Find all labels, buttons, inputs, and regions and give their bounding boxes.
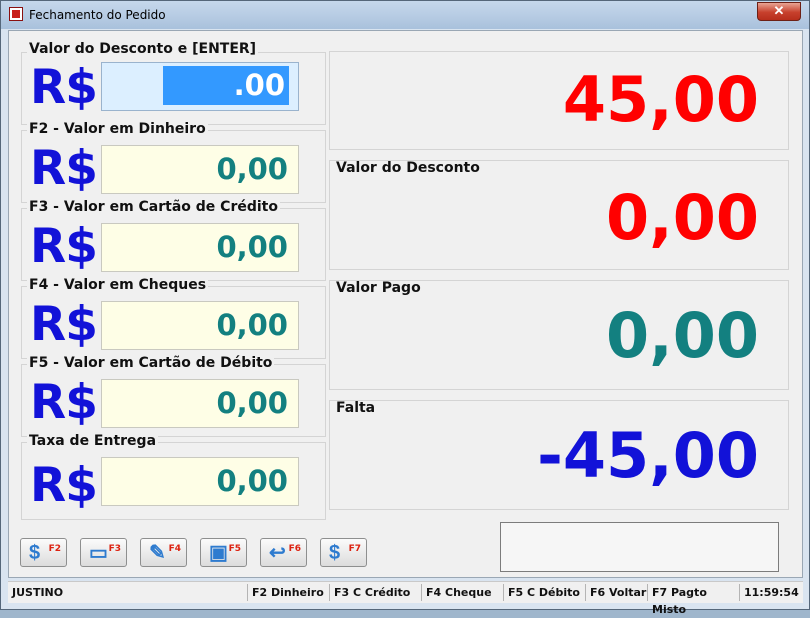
cash-button[interactable]: $ F2	[20, 538, 67, 567]
app-icon	[9, 7, 23, 21]
currency-symbol: R$	[30, 219, 98, 274]
currency-symbol: R$	[30, 375, 98, 430]
back-arrow-icon: ↩	[269, 542, 286, 564]
cash-group: F2 - Valor em Dinheiro R$ 0,00	[21, 121, 326, 203]
cash-input[interactable]: 0,00	[101, 145, 299, 194]
mixed-payment-button[interactable]: $ F7	[320, 538, 367, 567]
discount-total: 0,00	[606, 181, 759, 254]
missing-panel-label: Falta	[336, 400, 376, 416]
delivery-input[interactable]: 0,00	[101, 457, 299, 506]
discount-value: .00	[163, 66, 289, 105]
title-bar[interactable]: Fechamento do Pedido ✕	[1, 1, 809, 29]
missing-panel: Falta -45,00	[329, 400, 789, 510]
paid-panel: Valor Pago 0,00	[329, 280, 789, 390]
currency-symbol: R$	[30, 141, 98, 196]
delivery-group: Taxa de Entrega R$ 0,00	[21, 433, 326, 520]
cheque-input[interactable]: 0,00	[101, 301, 299, 350]
total-value: 45,00	[562, 63, 759, 136]
credit-label: F3 - Valor em Cartão de Crédito	[27, 199, 280, 215]
cash-icon: $	[29, 542, 41, 564]
debit-input[interactable]: 0,00	[101, 379, 299, 428]
button-key: F6	[288, 544, 301, 554]
button-key: F7	[348, 544, 361, 554]
discount-panel: Valor do Desconto 0,00	[329, 160, 789, 270]
discount-panel-label: Valor do Desconto	[336, 160, 480, 176]
button-key: F4	[168, 544, 181, 554]
cheque-label: F4 - Valor em Cheques	[27, 277, 209, 293]
close-icon: ✕	[773, 3, 785, 18]
discount-label: Valor do Desconto e [ENTER]	[27, 41, 259, 57]
total-panel: 45,00	[329, 51, 789, 150]
cheque-button[interactable]: ✎ F4	[140, 538, 187, 567]
client-area: Valor do Desconto e [ENTER] R$ .00 F2 - …	[8, 30, 803, 578]
payment-window: Fechamento do Pedido ✕ Valor do Desconto…	[0, 0, 810, 616]
currency-symbol: R$	[30, 60, 98, 115]
debit-label: F5 - Valor em Cartão de Débito	[27, 355, 275, 371]
status-hint: F2 Dinheiro	[248, 584, 330, 601]
status-hint: F5 C Débito	[504, 584, 586, 601]
debit-card-icon: ▣	[209, 542, 228, 564]
debit-card-button[interactable]: ▣ F5	[200, 538, 247, 567]
credit-card-button[interactable]: ▭ F3	[80, 538, 127, 567]
status-bar: JUSTINO F2 Dinheiro F3 C Crédito F4 Cheq…	[8, 581, 803, 616]
delivery-label: Taxa de Entrega	[27, 433, 159, 449]
message-box	[500, 522, 779, 572]
status-hint: F3 C Crédito	[330, 584, 422, 601]
button-key: F3	[108, 544, 121, 554]
mixed-payment-icon: $	[329, 542, 341, 564]
paid-total: 0,00	[606, 299, 759, 372]
missing-total: -45,00	[537, 419, 759, 492]
status-hint: F7 Pagto Misto	[648, 584, 740, 616]
credit-input[interactable]: 0,00	[101, 223, 299, 272]
cash-label: F2 - Valor em Dinheiro	[27, 121, 208, 137]
button-key: F5	[228, 544, 241, 554]
cheque-group: F4 - Valor em Cheques R$ 0,00	[21, 277, 326, 359]
status-hint: F6 Voltar	[586, 584, 648, 601]
window-title: Fechamento do Pedido	[29, 8, 166, 22]
status-user: JUSTINO	[8, 584, 248, 601]
button-key: F2	[48, 544, 61, 554]
debit-group: F5 - Valor em Cartão de Débito R$ 0,00	[21, 355, 326, 437]
discount-input[interactable]: .00	[101, 62, 299, 111]
credit-card-icon: ▭	[89, 542, 108, 564]
currency-symbol: R$	[30, 297, 98, 352]
status-hint: F4 Cheque	[422, 584, 504, 601]
currency-symbol: R$	[30, 458, 98, 513]
status-clock: 11:59:54	[744, 586, 799, 599]
discount-group: Valor do Desconto e [ENTER] R$ .00	[21, 41, 326, 125]
cheque-icon: ✎	[149, 542, 166, 564]
credit-group: F3 - Valor em Cartão de Crédito R$ 0,00	[21, 199, 326, 281]
close-button[interactable]: ✕	[757, 2, 801, 21]
paid-panel-label: Valor Pago	[336, 280, 421, 296]
back-button[interactable]: ↩ F6	[260, 538, 307, 567]
